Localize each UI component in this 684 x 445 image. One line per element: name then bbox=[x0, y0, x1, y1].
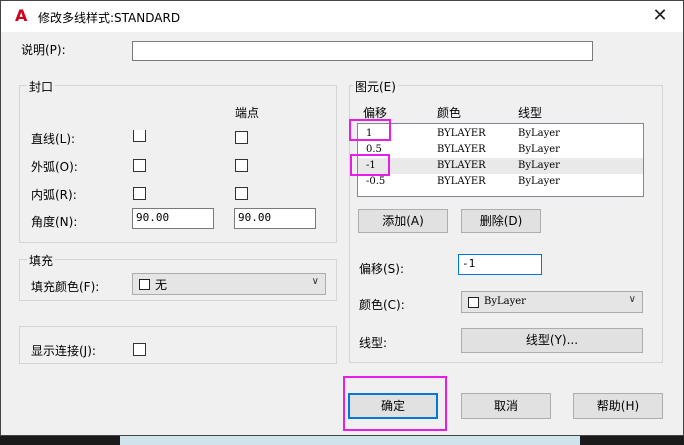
element-color: BYLAYER bbox=[437, 128, 486, 139]
fill-color-swatch bbox=[139, 279, 150, 290]
caps-start-header bbox=[125, 104, 161, 120]
outer-arc-label: 外弧(O): bbox=[31, 160, 78, 174]
fill-color-label: 填充颜色(F): bbox=[31, 280, 100, 294]
description-label: 说明(P): bbox=[21, 43, 66, 57]
background-window-strip bbox=[120, 436, 580, 445]
element-color: BYLAYER bbox=[437, 144, 486, 155]
inner-arc-start-checkbox[interactable] bbox=[133, 187, 146, 200]
element-color: BYLAYER bbox=[437, 176, 486, 187]
outer-arc-start-checkbox[interactable] bbox=[133, 159, 146, 172]
elements-group-label: 图元(E) bbox=[353, 78, 398, 95]
multiline-style-dialog: A 修改多线样式:STANDARD ✕ 说明(P): 封口 端点 直线(L): … bbox=[0, 0, 684, 436]
list-item[interactable]: -0.5 BYLAYER ByLayer bbox=[358, 174, 643, 190]
add-element-button[interactable]: 添加(A) bbox=[358, 209, 448, 233]
list-item[interactable]: -1 BYLAYER ByLayer bbox=[358, 158, 643, 174]
title-bar: A 修改多线样式:STANDARD ✕ bbox=[1, 1, 683, 32]
outer-arc-end-checkbox[interactable] bbox=[235, 159, 248, 172]
highlight-box-offset-1 bbox=[349, 119, 391, 141]
fill-color-dropdown[interactable]: 无 ∨ bbox=[132, 273, 326, 295]
offset-label: 偏移(S): bbox=[359, 262, 405, 276]
linetype-button[interactable]: 线型(Y)... bbox=[461, 328, 643, 353]
offset-input[interactable]: -1 bbox=[458, 254, 542, 275]
element-offset: -0.5 bbox=[366, 176, 386, 187]
element-linetype: ByLayer bbox=[518, 160, 560, 171]
inner-arc-end-checkbox[interactable] bbox=[235, 187, 248, 200]
linetype-label: 线型: bbox=[359, 336, 388, 350]
fill-group-label: 填充 bbox=[27, 252, 56, 269]
element-color-value: ByLayer bbox=[484, 296, 526, 307]
caps-end-header: 端点 bbox=[235, 106, 260, 120]
description-input[interactable] bbox=[132, 41, 593, 61]
delete-element-button[interactable]: 删除(D) bbox=[461, 209, 541, 233]
line-cap-end-checkbox[interactable] bbox=[235, 131, 248, 144]
caps-group-label: 封口 bbox=[27, 78, 56, 95]
list-item[interactable]: 0.5 BYLAYER ByLayer bbox=[358, 142, 643, 158]
angle-end-input[interactable]: 90.00 bbox=[234, 208, 316, 229]
chevron-down-icon: ∨ bbox=[628, 294, 636, 305]
ok-button[interactable]: 确定 bbox=[348, 393, 438, 419]
cancel-button[interactable]: 取消 bbox=[461, 393, 551, 419]
fill-color-value: 无 bbox=[155, 278, 168, 292]
element-color: BYLAYER bbox=[437, 160, 486, 171]
display-joints-label: 显示连接(J): bbox=[31, 344, 96, 358]
close-icon[interactable]: ✕ bbox=[647, 5, 673, 27]
window-title: 修改多线样式:STANDARD bbox=[38, 11, 181, 25]
header-color: 颜色 bbox=[437, 106, 462, 120]
header-linetype: 线型 bbox=[518, 106, 543, 120]
line-cap-label: 直线(L): bbox=[31, 132, 76, 146]
chevron-down-icon: ∨ bbox=[311, 276, 319, 287]
color-label: 颜色(C): bbox=[359, 298, 405, 312]
inner-arc-label: 内弧(R): bbox=[31, 188, 77, 202]
element-linetype: ByLayer bbox=[518, 128, 560, 139]
element-linetype: ByLayer bbox=[518, 144, 560, 155]
highlight-box-offset-minus-1 bbox=[350, 154, 390, 176]
elements-list[interactable]: 1 BYLAYER ByLayer 0.5 BYLAYER ByLayer -1… bbox=[357, 123, 644, 197]
element-color-dropdown[interactable]: ByLayer ∨ bbox=[461, 291, 643, 313]
line-cap-start-checkbox[interactable] bbox=[133, 130, 146, 142]
element-color-swatch bbox=[468, 297, 479, 308]
autocad-a-icon: A bbox=[15, 6, 28, 25]
list-item[interactable]: 1 BYLAYER ByLayer bbox=[358, 126, 643, 142]
display-joints-checkbox[interactable] bbox=[133, 343, 146, 356]
angle-label: 角度(N): bbox=[31, 215, 78, 229]
element-linetype: ByLayer bbox=[518, 176, 560, 187]
help-button[interactable]: 帮助(H) bbox=[573, 393, 663, 419]
angle-start-input[interactable]: 90.00 bbox=[132, 208, 214, 229]
